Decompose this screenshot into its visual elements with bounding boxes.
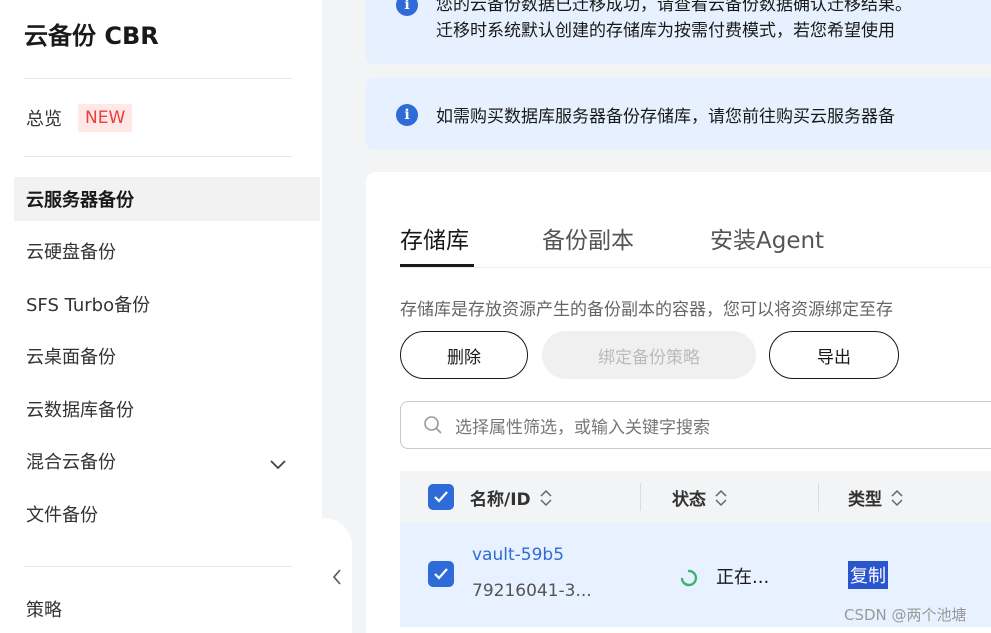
tab-backup-copies[interactable]: 备份副本 [542, 221, 634, 255]
sidebar-item-label: 云桌面备份 [26, 347, 116, 368]
sidebar-item-label: 策略 [26, 600, 62, 621]
loading-spinner-icon [680, 569, 698, 587]
checkmark-icon [434, 491, 448, 503]
sidebar-item-policy[interactable]: 策略 [14, 587, 320, 631]
banner-text: 迁移时系统默认创建的存储库为按需付费模式，若您希望使用 [436, 21, 895, 41]
watermark: CSDN @两个池塘 [844, 606, 967, 624]
sidebar-item-desktop-backup[interactable]: 云桌面备份 [14, 334, 320, 378]
select-all-checkbox[interactable] [428, 484, 454, 510]
sidebar-item-label: 云硬盘备份 [26, 242, 116, 263]
sidebar-item-ecs-backup[interactable]: 云服务器备份 [14, 177, 320, 221]
info-icon: i [396, 104, 418, 126]
vault-description: 存储库是存放资源产生的备份副本的容器，您可以将资源绑定至存 [400, 300, 893, 320]
new-badge: NEW [78, 104, 133, 132]
tabs-divider [400, 267, 991, 268]
sort-icon [540, 489, 552, 506]
sidebar-item-label: 云服务器备份 [26, 190, 134, 211]
sidebar-item-label: 云数据库备份 [26, 400, 134, 421]
status-text: 正在... [716, 567, 770, 588]
search-input[interactable]: 选择属性筛选，或输入关键字搜索 [400, 401, 991, 449]
sidebar-item-label: 混合云备份 [26, 452, 116, 473]
sidebar-item-file-backup[interactable]: 文件备份 [14, 492, 320, 536]
banner-text: 您的云备份数据已迁移成功，请查看云备份数据确认迁移结果。 [436, 0, 912, 15]
vault-type: 复制 [848, 561, 888, 589]
tab-vaults[interactable]: 存储库 [400, 221, 469, 255]
bind-policy-button[interactable]: 绑定备份策略 [542, 331, 756, 379]
sidebar-item-evs-backup[interactable]: 云硬盘备份 [14, 229, 320, 273]
column-header-name[interactable]: 名称/ID [470, 485, 555, 510]
search-placeholder: 选择属性筛选，或输入关键字搜索 [455, 417, 710, 438]
row-checkbox[interactable] [428, 561, 454, 587]
sidebar-collapse-button[interactable] [322, 518, 352, 633]
column-header-status[interactable]: 状态 [672, 485, 730, 510]
sidebar-item-database-backup[interactable]: 云数据库备份 [14, 387, 320, 431]
sidebar-item-label: SFS Turbo备份 [26, 295, 151, 316]
migration-notice-banner: i 您的云备份数据已迁移成功，请查看云备份数据确认迁移结果。 迁移时系统默认创建… [366, 0, 991, 64]
sidebar-divider [24, 566, 292, 567]
sidebar-divider [24, 78, 292, 79]
vault-id: 79216041-3... [472, 581, 592, 601]
table-header: 名称/ID 状态 类型 [400, 471, 991, 523]
checkmark-icon [434, 568, 448, 580]
info-icon: i [396, 0, 418, 16]
tab-install-agent[interactable]: 安装Agent [710, 221, 824, 255]
column-separator [818, 483, 819, 511]
delete-button[interactable]: 删除 [400, 331, 528, 379]
sidebar-divider [24, 156, 292, 157]
chevron-left-icon [332, 569, 341, 585]
export-button[interactable]: 导出 [769, 331, 899, 379]
app-title: 云备份 CBR [24, 22, 159, 50]
sidebar: 云备份 CBR 总览 NEW 云服务器备份 云硬盘备份 SFS Turbo备份 … [0, 0, 322, 633]
vault-panel: 存储库 备份副本 安装Agent 存储库是存放资源产生的备份副本的容器，您可以将… [366, 172, 991, 633]
sort-icon [891, 489, 903, 506]
sort-icon [715, 489, 727, 506]
column-separator [640, 483, 641, 511]
banner-text: 如需购买数据库服务器备份存储库，请您前往购买云服务器备 [436, 107, 895, 127]
sidebar-item-label: 总览 [26, 109, 62, 130]
chevron-down-icon[interactable] [268, 456, 288, 472]
sidebar-item-overview[interactable]: 总览 NEW [14, 96, 320, 140]
sidebar-item-sfs-turbo-backup[interactable]: SFS Turbo备份 [14, 282, 320, 326]
sidebar-item-label: 文件备份 [26, 505, 98, 526]
column-header-type[interactable]: 类型 [848, 485, 906, 510]
purchase-notice-banner: i 如需购买数据库服务器备份存储库，请您前往购买云服务器备 [366, 78, 991, 150]
search-icon [424, 416, 442, 434]
vault-name-link[interactable]: vault-59b5 [472, 545, 564, 565]
